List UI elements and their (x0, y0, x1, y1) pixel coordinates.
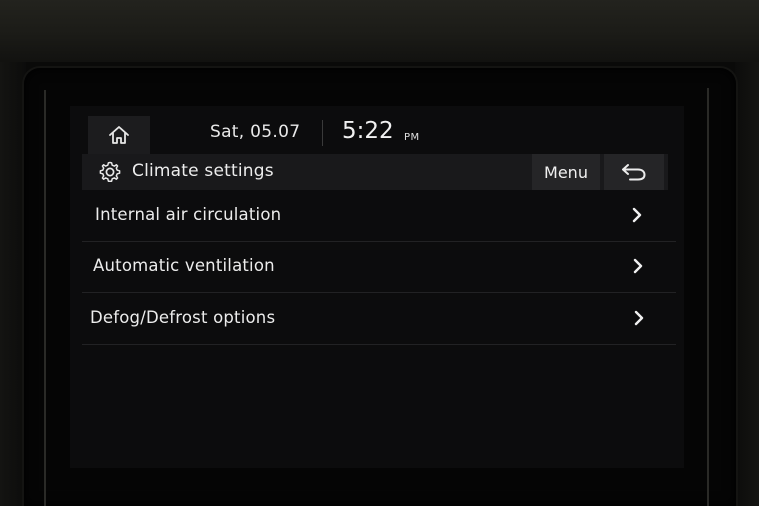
dashboard-trim (0, 0, 759, 62)
dashboard-side-left (0, 62, 26, 506)
dashboard-side-right (735, 62, 759, 506)
list-item-defog-defrost-options[interactable]: Defog/Defrost options (82, 293, 676, 345)
status-divider (322, 120, 323, 146)
home-icon (109, 126, 129, 144)
status-time: 5:22 (342, 118, 394, 144)
bezel-edge-right (707, 88, 709, 506)
list-item-label: Internal air circulation (95, 205, 282, 224)
list-item-label: Defog/Defrost options (90, 308, 276, 327)
list-item-automatic-ventilation[interactable]: Automatic ventilation (82, 241, 676, 293)
chevron-right-icon (633, 258, 643, 274)
status-date: Sat, 05.07 (210, 122, 301, 142)
status-ampm: PM (404, 132, 420, 143)
page-title: Climate settings (132, 161, 274, 181)
infotainment-screen: Sat, 05.07 5:22 PM Climate settings Menu… (70, 106, 684, 468)
chevron-right-icon (632, 207, 642, 223)
bezel-edge-left (44, 90, 46, 506)
home-button[interactable] (88, 116, 150, 154)
chevron-right-icon (634, 310, 644, 326)
menu-button[interactable]: Menu (532, 154, 600, 190)
status-bar: Sat, 05.07 5:22 PM (70, 106, 684, 154)
list-item-internal-air-circulation[interactable]: Internal air circulation (82, 190, 676, 242)
back-arrow-icon (622, 164, 646, 181)
back-button[interactable] (604, 154, 664, 190)
gear-icon (99, 161, 121, 182)
list-item-label: Automatic ventilation (93, 256, 275, 275)
header-bar: Climate settings Menu (82, 154, 668, 190)
